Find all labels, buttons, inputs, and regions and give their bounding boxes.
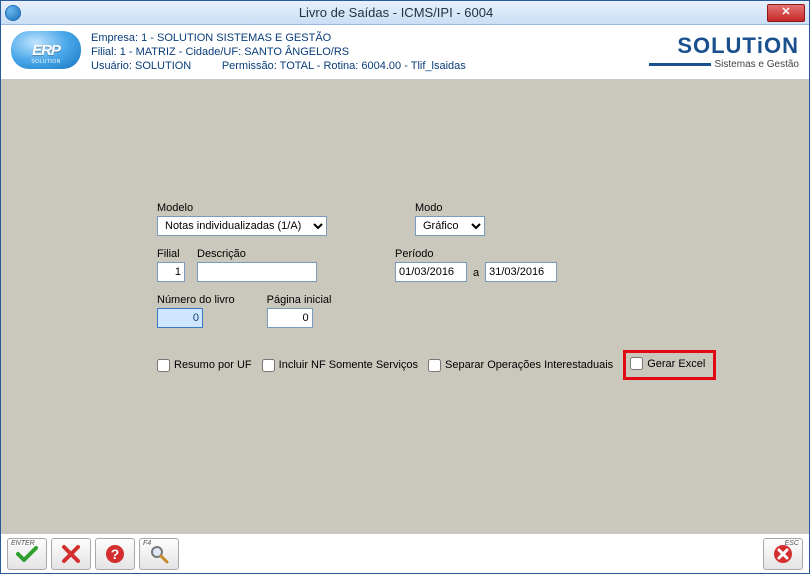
modo-label: Modo [415, 202, 485, 214]
help-icon: ? [104, 543, 126, 565]
modo-select[interactable]: Gráfico [415, 216, 485, 236]
user-line: Usuário: SOLUTION Permissão: TOTAL - Rot… [91, 59, 649, 73]
modelo-select[interactable]: Notas individualizadas (1/A) [157, 216, 327, 236]
gerar-excel-highlight: Gerar Excel [623, 350, 716, 380]
footer-toolbar: ENTER ? F4 ESC [1, 533, 809, 573]
app-window: Livro de Saídas - ICMS/IPI - 6004 ✕ ERPS… [0, 0, 810, 574]
filial-input[interactable] [157, 262, 185, 282]
form: Modelo Notas individualizadas (1/A) Modo… [157, 202, 737, 380]
descricao-input[interactable] [197, 262, 317, 282]
help-button[interactable]: ? [95, 538, 135, 570]
window-close-button[interactable]: ✕ [767, 4, 805, 22]
pagina-input[interactable] [267, 308, 313, 328]
x-icon [61, 544, 81, 564]
incluir-nf-checkbox[interactable] [262, 359, 275, 372]
branch-line: Filial: 1 - MATRIZ - Cidade/UF: SANTO ÂN… [91, 45, 649, 59]
window-title: Livro de Saídas - ICMS/IPI - 6004 [25, 5, 767, 20]
check-icon [16, 545, 38, 563]
cancel-button[interactable] [51, 538, 91, 570]
erp-logo: ERPSOLUTION [11, 31, 81, 69]
header-info: Empresa: 1 - SOLUTION SISTEMAS E GESTÃO … [91, 31, 649, 73]
workarea: Modelo Notas individualizadas (1/A) Modo… [1, 80, 809, 533]
magnifier-icon [149, 544, 169, 564]
separar-op-check[interactable]: Separar Operações Interestaduais [428, 359, 613, 372]
app-icon [5, 5, 21, 21]
periodo-label: Período [395, 248, 557, 260]
gerar-excel-checkbox[interactable] [630, 357, 643, 370]
enter-button[interactable]: ENTER [7, 538, 47, 570]
header-bar: ERPSOLUTION Empresa: 1 - SOLUTION SISTEM… [1, 25, 809, 80]
titlebar: Livro de Saídas - ICMS/IPI - 6004 ✕ [1, 1, 809, 25]
resumo-uf-check[interactable]: Resumo por UF [157, 359, 252, 372]
periodo-from-input[interactable] [395, 262, 467, 282]
periodo-to-input[interactable] [485, 262, 557, 282]
company-line: Empresa: 1 - SOLUTION SISTEMAS E GESTÃO [91, 31, 649, 45]
gerar-excel-check[interactable]: Gerar Excel [630, 357, 705, 370]
numero-input[interactable] [157, 308, 203, 328]
esc-button[interactable]: ESC [763, 538, 803, 570]
resumo-uf-checkbox[interactable] [157, 359, 170, 372]
checkbox-row: Resumo por UF Incluir NF Somente Serviço… [157, 350, 737, 380]
numero-label: Número do livro [157, 294, 235, 306]
descricao-label: Descrição [197, 248, 317, 260]
incluir-nf-check[interactable]: Incluir NF Somente Serviços [262, 359, 418, 372]
search-button[interactable]: F4 [139, 538, 179, 570]
brand-tagline: Sistemas e Gestão [649, 59, 799, 70]
brand-name: SOLUTiON [649, 33, 799, 59]
separar-op-checkbox[interactable] [428, 359, 441, 372]
filial-label: Filial [157, 248, 185, 260]
solution-brand: SOLUTiON Sistemas e Gestão [649, 31, 799, 70]
modelo-label: Modelo [157, 202, 327, 214]
svg-text:?: ? [111, 546, 120, 562]
periodo-separator: a [473, 265, 479, 279]
pagina-label: Página inicial [267, 294, 332, 306]
